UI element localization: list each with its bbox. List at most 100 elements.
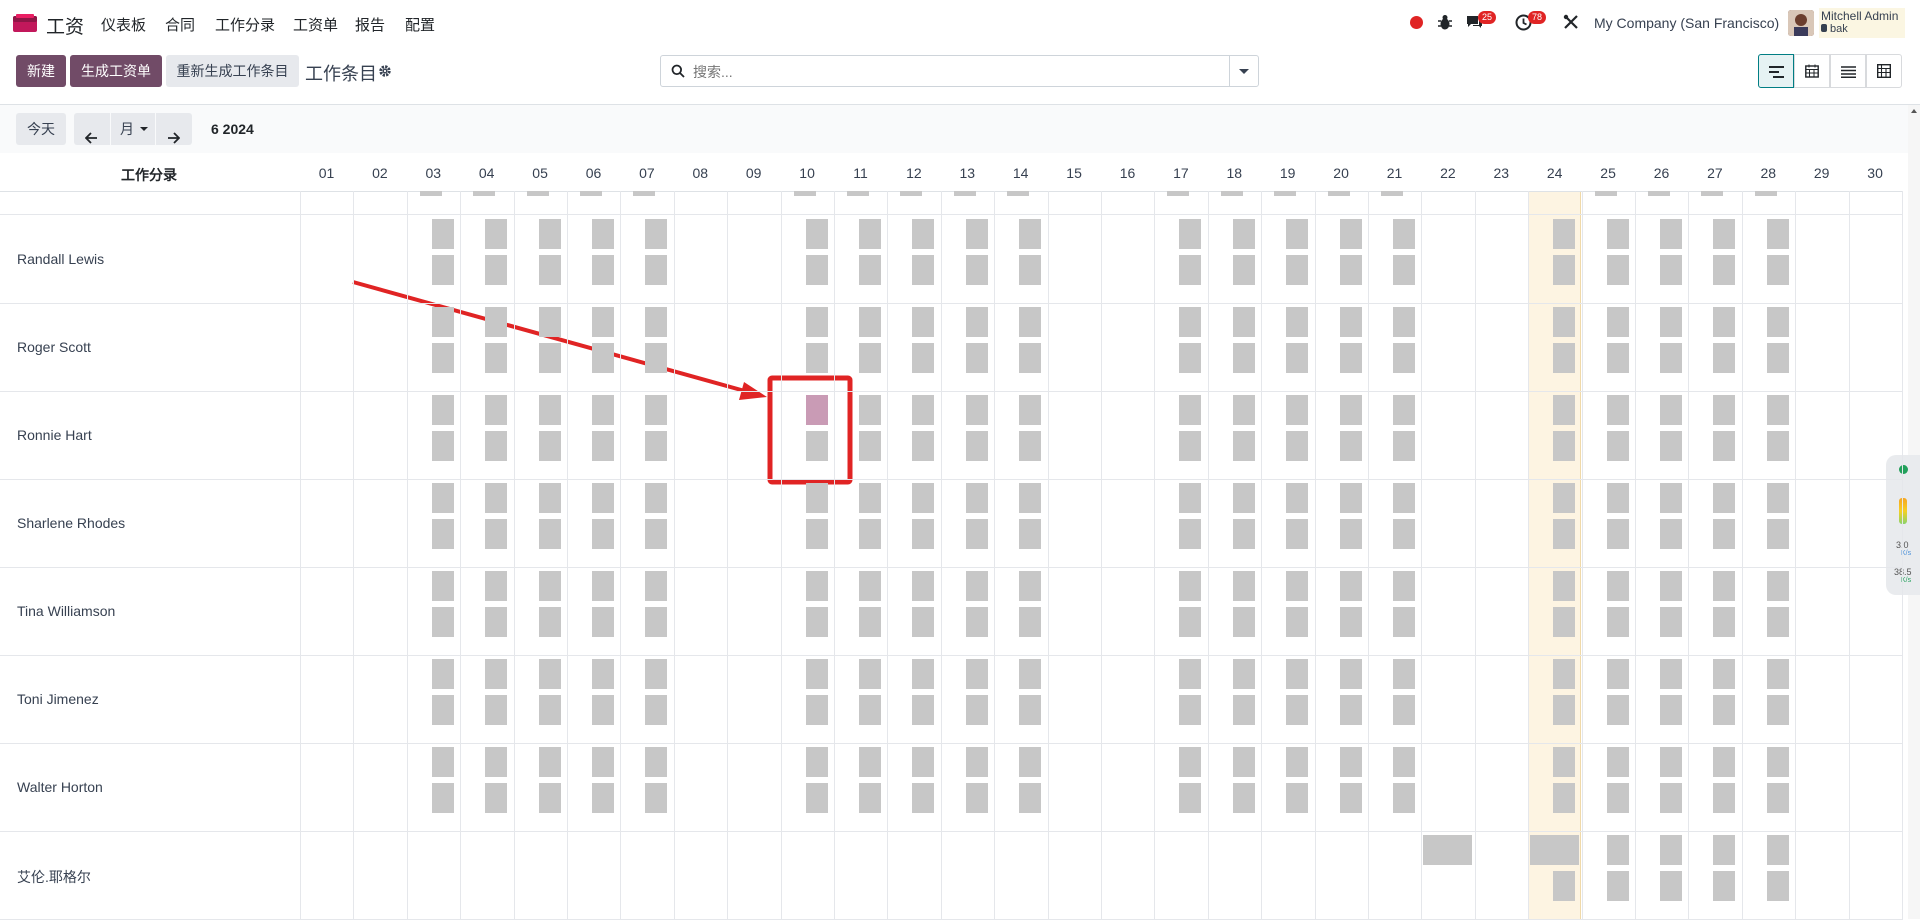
work-entry[interactable]: [1393, 255, 1415, 285]
work-entry[interactable]: [1339, 519, 1362, 549]
work-entry[interactable]: [859, 783, 881, 813]
work-entry[interactable]: [1274, 191, 1297, 196]
work-entry[interactable]: [1393, 395, 1415, 425]
work-entry[interactable]: [912, 255, 935, 285]
work-entry[interactable]: [847, 191, 869, 196]
work-entry[interactable]: [859, 571, 881, 601]
work-entry[interactable]: [1754, 191, 1777, 196]
work-entry[interactable]: [1393, 519, 1415, 549]
work-entry[interactable]: [912, 571, 935, 601]
work-entry[interactable]: [538, 747, 561, 777]
work-entry[interactable]: [485, 747, 508, 777]
today-button[interactable]: 今天: [16, 113, 66, 145]
row-label-employee[interactable]: Tina Williamson: [17, 603, 115, 619]
work-entry[interactable]: [1713, 659, 1736, 689]
work-entry[interactable]: [1393, 659, 1415, 689]
work-entry[interactable]: [1766, 871, 1789, 901]
work-entry[interactable]: [1393, 343, 1415, 373]
work-entry[interactable]: [1553, 747, 1576, 777]
work-entry[interactable]: [805, 695, 828, 725]
work-entry[interactable]: [1660, 307, 1682, 337]
work-entry[interactable]: [1232, 395, 1255, 425]
work-entry[interactable]: [1232, 519, 1255, 549]
work-entry[interactable]: [805, 519, 828, 549]
work-entry[interactable]: [645, 483, 668, 513]
work-entry[interactable]: [1606, 395, 1629, 425]
work-entry[interactable]: [912, 747, 935, 777]
gantt-view-button[interactable]: [1758, 54, 1794, 88]
work-entry[interactable]: [1660, 431, 1682, 461]
work-entry[interactable]: [1660, 835, 1682, 865]
work-entry[interactable]: [1339, 607, 1362, 637]
work-entry[interactable]: [485, 255, 508, 285]
menu-configuration[interactable]: 配置: [405, 14, 435, 35]
work-entry[interactable]: [1660, 571, 1682, 601]
work-entry[interactable]: [473, 191, 496, 196]
work-entry[interactable]: [538, 395, 561, 425]
work-entry[interactable]: [1339, 307, 1362, 337]
user-menu[interactable]: Mitchell Admin bak: [1819, 8, 1905, 38]
work-entry[interactable]: [859, 747, 881, 777]
work-entry[interactable]: [965, 431, 988, 461]
work-entry[interactable]: [1713, 395, 1736, 425]
work-entry[interactable]: [1019, 747, 1042, 777]
work-entry[interactable]: [1766, 431, 1789, 461]
work-entry[interactable]: [1393, 219, 1415, 249]
work-entry[interactable]: [1660, 255, 1682, 285]
work-entry[interactable]: [538, 219, 561, 249]
work-entry[interactable]: [1019, 607, 1042, 637]
work-entry[interactable]: [1606, 431, 1629, 461]
row-label-employee[interactable]: Randall Lewis: [17, 251, 104, 267]
work-entry[interactable]: [1339, 219, 1362, 249]
pivot-view-button[interactable]: [1866, 54, 1902, 88]
work-entry[interactable]: [485, 343, 508, 373]
work-entry[interactable]: [592, 307, 614, 337]
work-entry[interactable]: [1553, 395, 1576, 425]
work-entry[interactable]: [1766, 483, 1789, 513]
work-entry[interactable]: [1339, 659, 1362, 689]
work-entry[interactable]: [965, 747, 988, 777]
row-label-employee[interactable]: Toni Jimenez: [17, 691, 99, 707]
work-entry[interactable]: [431, 571, 454, 601]
settings-tools-icon[interactable]: [1563, 14, 1579, 35]
work-entry[interactable]: [912, 343, 935, 373]
work-entry[interactable]: [1660, 607, 1682, 637]
work-entry[interactable]: [1339, 255, 1362, 285]
work-entry[interactable]: [1766, 343, 1789, 373]
work-entry[interactable]: [1766, 571, 1789, 601]
work-entry[interactable]: [1766, 747, 1789, 777]
work-entry[interactable]: [1393, 607, 1415, 637]
row-label-employee[interactable]: Walter Horton: [17, 779, 103, 795]
work-entry[interactable]: [538, 255, 561, 285]
work-entry[interactable]: [1553, 219, 1576, 249]
work-entry[interactable]: [592, 343, 614, 373]
work-entry[interactable]: [485, 607, 508, 637]
work-entry[interactable]: [645, 783, 668, 813]
generate-payslips-button[interactable]: 生成工资单: [70, 55, 162, 87]
work-entry[interactable]: [1393, 747, 1415, 777]
work-entry[interactable]: [1019, 519, 1042, 549]
work-entry[interactable]: [1179, 255, 1202, 285]
work-entry[interactable]: [1019, 483, 1042, 513]
work-entry[interactable]: [1660, 483, 1682, 513]
work-entry[interactable]: [580, 191, 602, 196]
work-entry[interactable]: [645, 695, 668, 725]
work-entry[interactable]: [1019, 659, 1042, 689]
work-entry[interactable]: [1286, 343, 1309, 373]
work-entry[interactable]: [965, 659, 988, 689]
work-entry[interactable]: [1713, 695, 1736, 725]
work-entry[interactable]: [1179, 659, 1202, 689]
work-entry[interactable]: [1606, 783, 1629, 813]
work-entry[interactable]: [1766, 835, 1789, 865]
work-entry[interactable]: [805, 255, 828, 285]
payroll-app-icon[interactable]: [13, 14, 37, 32]
work-entry[interactable]: [1232, 483, 1255, 513]
work-entry[interactable]: [431, 431, 454, 461]
work-entry[interactable]: [538, 431, 561, 461]
work-entry[interactable]: [1179, 783, 1202, 813]
work-entry[interactable]: [1179, 519, 1202, 549]
work-entry[interactable]: [1766, 607, 1789, 637]
work-entry[interactable]: [1553, 695, 1576, 725]
work-entry[interactable]: [805, 431, 828, 461]
work-entry[interactable]: [1179, 307, 1202, 337]
